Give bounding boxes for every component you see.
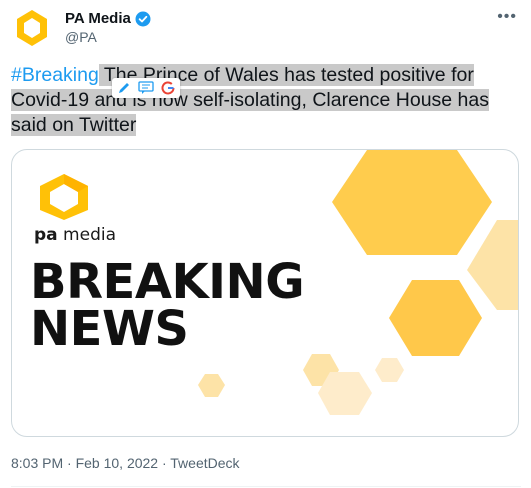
brand-bold: pa bbox=[34, 225, 58, 245]
pencil-icon[interactable] bbox=[114, 79, 134, 97]
divider bbox=[11, 486, 521, 487]
author-name-row: PA Media bbox=[65, 10, 151, 27]
headline-line2: NEWS bbox=[30, 301, 189, 357]
avatar[interactable] bbox=[12, 8, 52, 48]
tweet-text: #Breaking The Prince of Wales has tested… bbox=[11, 63, 521, 138]
tweet-header: PA Media @PA ••• bbox=[12, 8, 519, 48]
brand-rest: media bbox=[57, 225, 116, 245]
media-card[interactable]: pa media BREAKING NEWS bbox=[11, 149, 519, 437]
google-icon[interactable] bbox=[158, 79, 178, 97]
tweet-timestamp[interactable]: 8:03 PM · Feb 10, 2022 · TweetDeck bbox=[11, 455, 240, 471]
selection-toolbar bbox=[112, 78, 180, 98]
comment-icon[interactable] bbox=[136, 79, 156, 97]
hashtag-link[interactable]: #Breaking bbox=[11, 64, 99, 86]
headline-line1: BREAKING bbox=[30, 254, 305, 310]
brand-text: pa media bbox=[34, 225, 116, 245]
author-name[interactable]: PA Media bbox=[65, 10, 131, 27]
more-icon[interactable]: ••• bbox=[497, 8, 517, 26]
verified-icon bbox=[135, 11, 151, 27]
pa-media-logo bbox=[34, 172, 94, 227]
author-handle[interactable]: @PA bbox=[65, 29, 97, 45]
